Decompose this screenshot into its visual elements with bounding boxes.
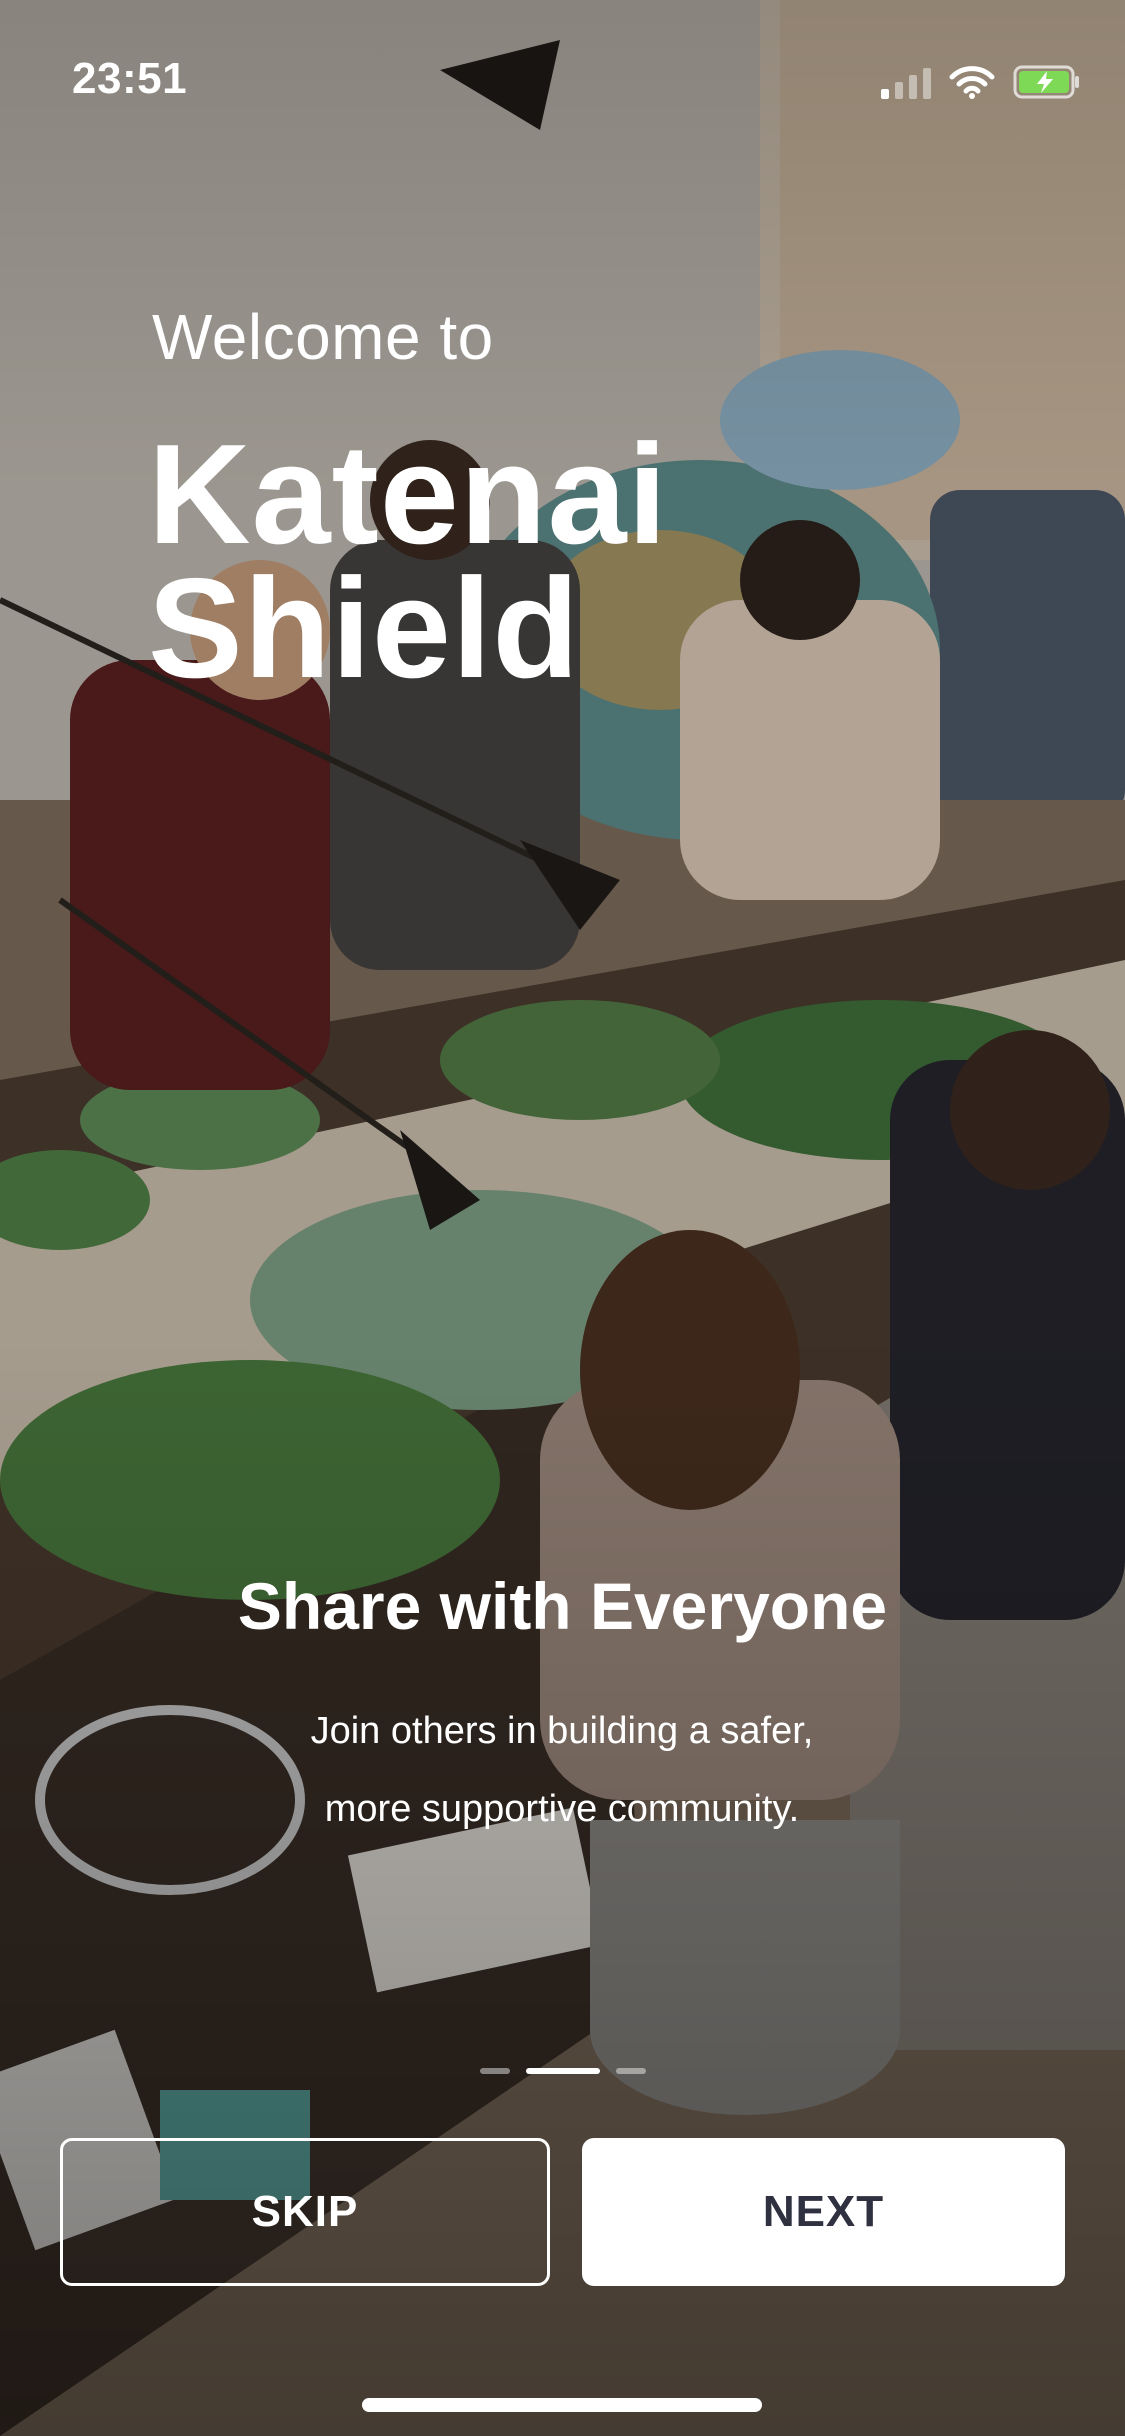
page-dot-1[interactable] (479, 2068, 510, 2074)
slide-description: Join others in building a safer, more su… (212, 1692, 912, 1848)
wifi-icon (949, 65, 995, 99)
slide-description-line2: more supportive community. (324, 1788, 800, 1830)
page-indicator (0, 2068, 1125, 2074)
status-icons (881, 60, 1081, 104)
slide-title: Share with Everyone (237, 1569, 888, 1643)
battery-charging-icon (1013, 65, 1081, 99)
home-indicator[interactable] (362, 2398, 762, 2412)
slide-description-line1: Join others in building a safer, (310, 1710, 814, 1752)
app-name-line1: Katenai (148, 415, 668, 574)
app-name-title: Katenai Shield (148, 415, 848, 708)
status-bar: 23:51 (0, 0, 1125, 150)
status-time: 23:51 (72, 54, 188, 103)
page-dot-3[interactable] (615, 2068, 646, 2074)
cellular-signal-icon (881, 65, 931, 99)
welcome-text: Welcome to (152, 301, 494, 373)
next-button[interactable]: NEXT (582, 2138, 1065, 2286)
app-name-line2: Shield (148, 549, 581, 708)
page-dot-2-active[interactable] (525, 2068, 600, 2074)
skip-button[interactable]: SKIP (60, 2138, 550, 2286)
